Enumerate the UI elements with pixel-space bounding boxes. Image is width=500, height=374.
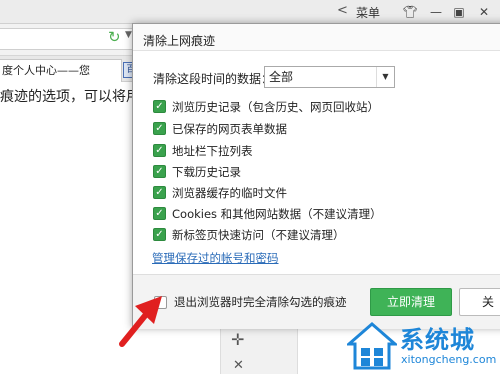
watermark: 系统城 xitongcheng.com: [345, 318, 500, 374]
option-label: 浏览历史记录（包含历史、网页回收站）: [172, 100, 379, 114]
option-label: Cookies 和其他网站数据（不建议清理）: [172, 207, 382, 221]
move-icon[interactable]: ✛: [231, 330, 244, 349]
checkbox-checked-icon[interactable]: ✓: [153, 100, 166, 113]
checkbox-checked-icon[interactable]: ✓: [153, 186, 166, 199]
chevron-left-icon[interactable]: <: [337, 3, 348, 18]
annotation-arrow-icon: [119, 296, 162, 347]
refresh-icon[interactable]: ↻: [108, 28, 121, 46]
option-label: 新标签页快速访问（不建议清理）: [172, 228, 345, 242]
checkbox-checked-icon[interactable]: ✓: [153, 144, 166, 157]
option-label: 下载历史记录: [172, 165, 241, 179]
checkbox-checked-icon[interactable]: ✓: [153, 122, 166, 135]
shirt-icon[interactable]: 👕︎: [398, 2, 422, 22]
close-icon[interactable]: ✕: [233, 358, 244, 373]
time-range-label: 清除这段时间的数据：: [153, 72, 274, 86]
content-text: 痕迹的选项，可以将用: [0, 89, 140, 105]
dropdown-arrow-icon[interactable]: ▼: [125, 30, 132, 40]
clear-now-button[interactable]: 立即清理: [370, 288, 452, 316]
chevron-down-icon[interactable]: ▼: [376, 67, 394, 87]
time-range-value: 全部: [269, 70, 294, 84]
clear-traces-dialog: 清除上网痕迹 清除这段时间的数据： 全部 ▼ ✓ 浏览历史记录（包含历史、网页回…: [132, 23, 500, 329]
dialog-title: 清除上网痕迹: [143, 34, 216, 48]
watermark-brand: 系统城: [400, 326, 475, 354]
checkbox-checked-icon[interactable]: ✓: [153, 165, 166, 178]
option-label: 已保存的网页表单数据: [172, 122, 287, 136]
menu-button[interactable]: 菜单: [356, 4, 380, 21]
house-logo-icon: [347, 322, 397, 370]
time-range-select[interactable]: 全部 ▼: [264, 66, 395, 88]
manage-passwords-link[interactable]: 管理保存过的帐号和密码: [152, 250, 279, 266]
checkbox-checked-icon[interactable]: ✓: [153, 207, 166, 220]
close-button[interactable]: 关: [459, 288, 500, 316]
minimize-icon[interactable]: —: [424, 2, 448, 22]
option-label: 浏览器缓存的临时文件: [172, 186, 287, 200]
restore-icon[interactable]: ▣: [447, 2, 471, 22]
browser-top-bar: < 菜单 👕︎ — ▣ ✕: [0, 0, 500, 24]
exit-clear-label: 退出浏览器时完全清除勾选的痕迹: [174, 295, 347, 309]
watermark-url: xitongcheng.com: [401, 353, 497, 366]
close-window-icon[interactable]: ✕: [472, 2, 496, 22]
checkbox-checked-icon[interactable]: ✓: [153, 228, 166, 241]
option-label: 地址栏下拉列表: [172, 144, 253, 158]
browser-tab[interactable]: 度个人中心——您: [0, 59, 122, 82]
dialog-titlebar: 清除上网痕迹: [133, 24, 500, 51]
